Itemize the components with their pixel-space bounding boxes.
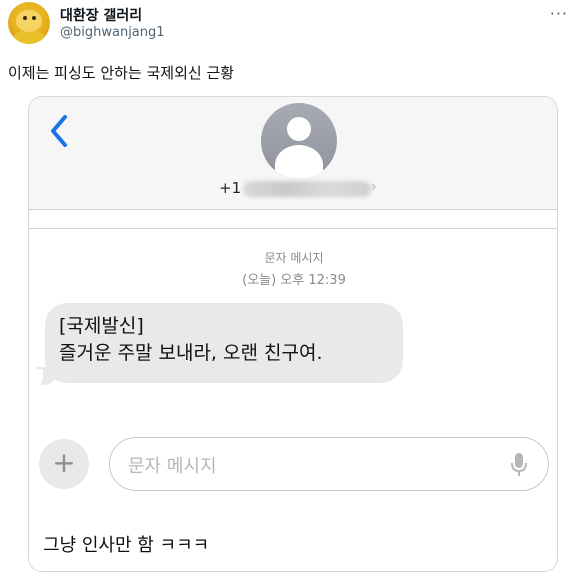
avatar-face [16, 10, 42, 32]
bubble-line-2: 즐거운 주말 보내라, 오랜 친구여. [59, 342, 323, 364]
author-display-name[interactable]: 대환장 갤러리 [60, 5, 142, 25]
more-options-button[interactable]: ··· [550, 4, 568, 23]
avatar-eye-left [23, 16, 27, 20]
tweet-text: 이제는 피싱도 안하는 국제외신 근황 [8, 64, 235, 82]
received-message-bubble: [국제발신] 즐거운 주말 보내라, 오랜 친구여. [45, 303, 403, 383]
sms-contact-header: +1 › [29, 97, 557, 209]
message-compose-field[interactable]: 문자 메시지 [109, 437, 549, 491]
blurred-phone-number [243, 181, 371, 197]
divider [29, 209, 557, 210]
tweet-media-screenshot[interactable]: +1 › 문자 메시지 (오늘) 오후 12:39 [국제발신] 즐거운 주말 … [28, 96, 558, 572]
avatar-body [12, 30, 46, 44]
contact-avatar-icon [261, 103, 337, 179]
bubble-line-1: [국제발신] [59, 315, 144, 337]
message-kind-label: 문자 메시지 [264, 251, 324, 265]
sms-conversation: 문자 메시지 (오늘) 오후 12:39 [국제발신] 즐거운 주말 보내라, … [29, 229, 557, 571]
avatar-eye-right [32, 16, 36, 20]
author-handle[interactable]: @bighwanjang1 [60, 25, 165, 40]
phone-prefix: +1 [219, 179, 242, 197]
compose-placeholder: 문자 메시지 [128, 456, 217, 477]
chevron-right-icon: › [371, 179, 377, 195]
author-avatar[interactable] [8, 2, 50, 44]
microphone-icon[interactable] [510, 452, 528, 478]
add-attachment-button[interactable]: + [39, 439, 89, 489]
back-chevron-icon [51, 115, 67, 147]
message-timestamp: (오늘) 오후 12:39 [242, 273, 346, 288]
image-caption: 그냥 인사만 함 ㅋㅋㅋ [43, 535, 210, 556]
tweet-header: 대환장 갤러리 @bighwanjang1 ··· [0, 0, 578, 50]
